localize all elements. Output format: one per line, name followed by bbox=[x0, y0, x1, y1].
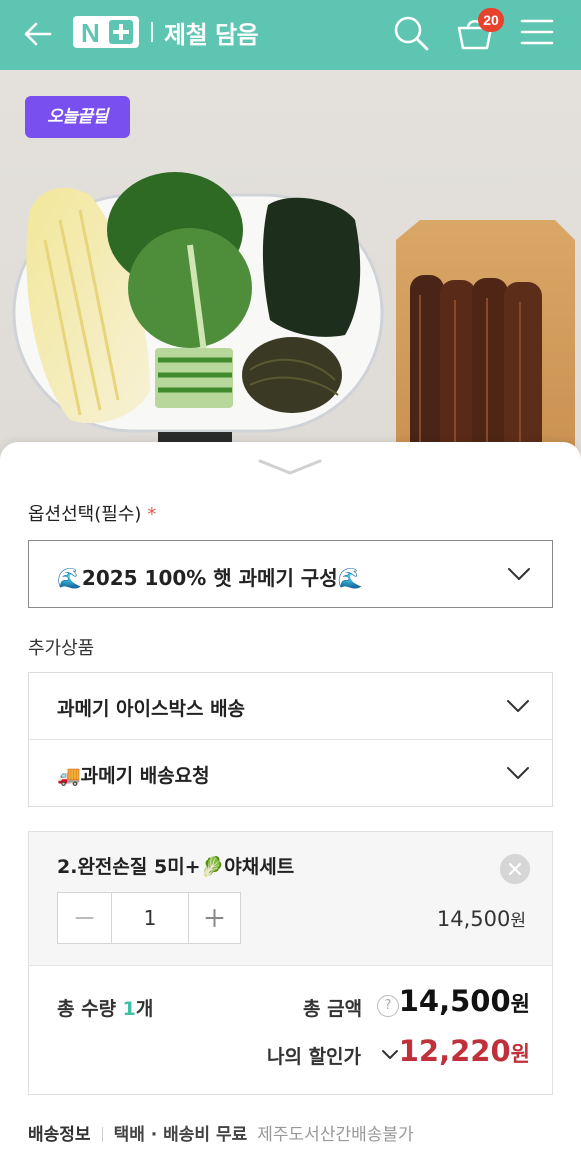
store-name[interactable]: 제철 담음 bbox=[164, 15, 259, 50]
chevron-down-icon bbox=[508, 568, 530, 580]
discount-price-currency: 원 bbox=[510, 1042, 530, 1066]
addon-list: 과메기 아이스박스 배송 🚚과메기 배송요청 bbox=[28, 672, 553, 807]
top-header: N 제철 담음 20 bbox=[0, 0, 581, 70]
quantity-stepper: 1 bbox=[57, 892, 241, 944]
logo-letter: N bbox=[81, 18, 100, 48]
today-deal-badge: 오늘끝딜 bbox=[25, 96, 130, 138]
addon-item-label: 🚚과메기 배송요청 bbox=[57, 765, 210, 787]
search-icon[interactable] bbox=[392, 14, 430, 52]
shipping-restriction-note: 제주도서산간배송불가 bbox=[257, 1125, 414, 1145]
chevron-down-icon bbox=[507, 767, 529, 779]
chevron-down-icon bbox=[507, 700, 529, 712]
total-amount: 14,500원 bbox=[399, 984, 530, 1018]
increase-button[interactable] bbox=[188, 893, 240, 943]
quantity-value[interactable]: 1 bbox=[112, 893, 188, 943]
remove-item-close-icon[interactable] bbox=[500, 854, 530, 884]
total-quantity: 총 수량 1개 bbox=[57, 994, 153, 1021]
option-select-label: 옵션선택(필수) * bbox=[28, 500, 156, 526]
order-summary: 총 수량 1개 총 금액 ? 14,500원 나의 할인가 12,220원 bbox=[29, 965, 552, 1094]
plus-icon bbox=[109, 20, 133, 44]
addon-item-delivery-request[interactable]: 🚚과메기 배송요청 bbox=[29, 739, 552, 805]
shipping-info: 배송정보 택배 · 배송비 무료 제주도서산간배송불가 bbox=[28, 1120, 414, 1145]
back-arrow-icon[interactable] bbox=[22, 18, 54, 50]
discount-price-toggle[interactable]: 나의 할인가 bbox=[267, 1042, 361, 1069]
selected-item-name: 2.완전손질 5미+🥬야채세트 bbox=[57, 856, 295, 878]
addon-item-icebox[interactable]: 과메기 아이스박스 배송 bbox=[29, 673, 552, 739]
option-selected-value: 🌊2025 100% 햇 과메기 구성🌊 bbox=[57, 566, 363, 590]
hamburger-menu-icon[interactable] bbox=[520, 18, 554, 46]
option-bottom-sheet: 옵션선택(필수) * 🌊2025 100% 햇 과메기 구성🌊 추가상품 과메기 … bbox=[0, 442, 581, 1164]
total-quantity-label: 총 수량 bbox=[57, 998, 123, 1020]
total-amount-label: 총 금액 bbox=[303, 998, 363, 1020]
total-quantity-number: 1 bbox=[122, 998, 136, 1020]
header-divider bbox=[151, 22, 153, 42]
cart-count-badge: 20 bbox=[478, 8, 504, 32]
selected-item-price: 14,500원 bbox=[437, 906, 526, 931]
price-amount: 14,500 bbox=[436, 907, 511, 931]
help-question-icon[interactable]: ? bbox=[377, 995, 399, 1017]
shipping-divider bbox=[101, 1127, 103, 1142]
decrease-button[interactable] bbox=[58, 893, 112, 943]
addon-section-label: 추가상품 bbox=[28, 638, 95, 659]
discount-price: 12,220원 bbox=[399, 1034, 530, 1068]
total-amount-currency: 원 bbox=[510, 992, 530, 1016]
total-amount-value: 14,500 bbox=[398, 984, 511, 1018]
collapse-handle-icon[interactable] bbox=[258, 458, 322, 476]
naver-plus-logo[interactable]: N bbox=[73, 16, 139, 48]
option-select-label-text: 옵션선택(필수) bbox=[28, 504, 142, 525]
required-mark: * bbox=[147, 504, 157, 525]
total-quantity-unit: 개 bbox=[135, 998, 154, 1020]
chevron-down-icon[interactable] bbox=[381, 1049, 399, 1060]
selected-item: 2.완전손질 5미+🥬야채세트 1 14,500원 bbox=[29, 832, 552, 965]
option-select-dropdown[interactable]: 🌊2025 100% 햇 과메기 구성🌊 bbox=[28, 540, 553, 608]
discount-price-value: 12,220 bbox=[398, 1034, 511, 1068]
product-image[interactable]: 오늘끝딜 bbox=[0, 70, 581, 490]
shipping-method: 택배 · 배송비 무료 bbox=[113, 1125, 248, 1145]
shipping-info-label: 배송정보 bbox=[28, 1125, 91, 1145]
price-currency: 원 bbox=[510, 911, 526, 931]
selected-option-card: 2.완전손질 5미+🥬야채세트 1 14,500원 총 수량 1개 총 금액 ?… bbox=[28, 831, 553, 1095]
addon-item-label: 과메기 아이스박스 배송 bbox=[57, 698, 246, 720]
